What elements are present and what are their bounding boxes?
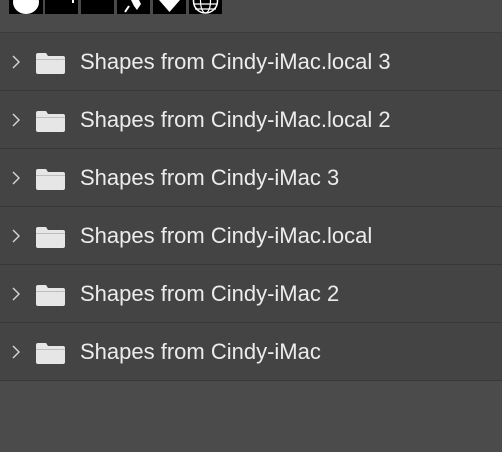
shape-group-label: Shapes from Cindy-iMac 2 — [80, 281, 340, 306]
shapes-panel: Shapes from Cindy-iMac.local 3 Shapes fr… — [0, 0, 502, 452]
shape-group-list: Shapes from Cindy-iMac.local 3 Shapes fr… — [0, 33, 502, 381]
chevron-right-icon[interactable] — [10, 228, 22, 244]
folder-icon — [36, 285, 65, 306]
chevron-right-icon[interactable] — [10, 170, 22, 186]
chevron-right-icon[interactable] — [10, 344, 22, 360]
shape-group-label: Shapes from Cindy-iMac — [80, 339, 321, 364]
shape-group-row[interactable]: Shapes from Cindy-iMac — [0, 323, 502, 381]
shape-group-label: Shapes from Cindy-iMac.local — [80, 223, 373, 248]
shape-group-row[interactable]: Shapes from Cindy-iMac.local — [0, 207, 502, 265]
shape-group-label: Shapes from Cindy-iMac 3 — [80, 165, 340, 190]
square-shape-icon[interactable] — [81, 0, 114, 14]
chevron-right-icon[interactable] — [10, 54, 22, 70]
shape-group-label: Shapes from Cindy-iMac.local 3 — [80, 49, 391, 74]
shape-group-row[interactable]: Shapes from Cindy-iMac 2 — [0, 265, 502, 323]
folder-icon — [36, 111, 65, 132]
folder-icon — [36, 53, 65, 74]
diamond-shape-icon[interactable] — [153, 0, 186, 14]
folder-icon — [36, 169, 65, 190]
globe-shape-icon[interactable] — [189, 0, 222, 14]
chevron-right-icon[interactable] — [10, 286, 22, 302]
shape-thumbnail-icon[interactable] — [45, 0, 78, 14]
folder-icon — [36, 343, 65, 364]
panel-empty-area — [0, 381, 502, 452]
shape-thumbnail-strip — [0, 0, 502, 33]
shape-group-row[interactable]: Shapes from Cindy-iMac.local 3 — [0, 33, 502, 91]
folder-icon — [36, 227, 65, 248]
arrow-shape-icon[interactable] — [117, 0, 150, 14]
shape-group-row[interactable]: Shapes from Cindy-iMac 3 — [0, 149, 502, 207]
chevron-right-icon[interactable] — [10, 112, 22, 128]
shape-group-row[interactable]: Shapes from Cindy-iMac.local 2 — [0, 91, 502, 149]
circle-shape-icon[interactable] — [9, 0, 43, 14]
shape-group-label: Shapes from Cindy-iMac.local 2 — [80, 107, 391, 132]
